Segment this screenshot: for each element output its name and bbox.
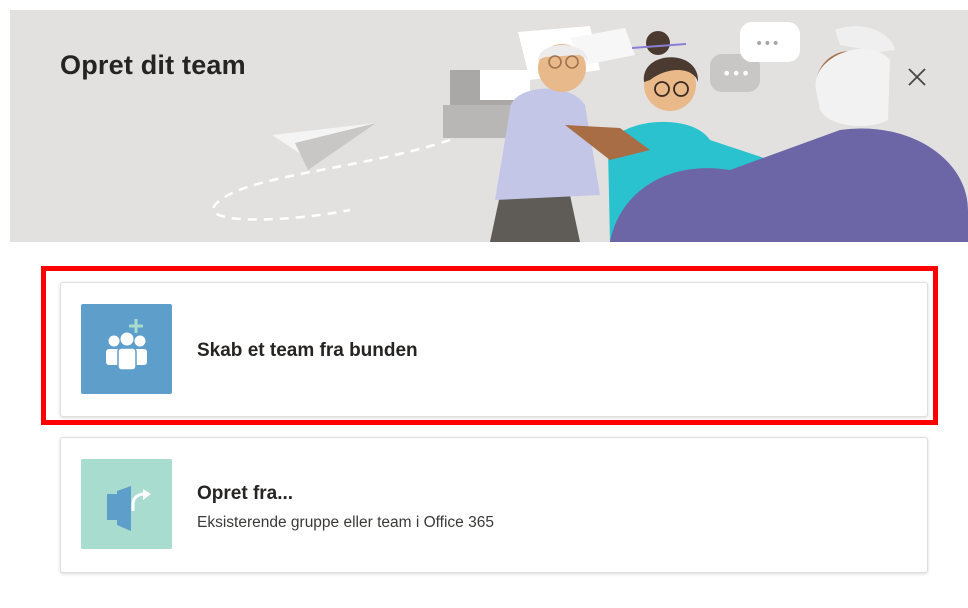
- import-arrow-icon: [107, 486, 151, 531]
- create-from-scratch-tile: [81, 304, 172, 394]
- dialog-header: ••• ••• Opret dit team: [10, 10, 968, 242]
- close-button[interactable]: [905, 65, 929, 89]
- team-illustration: ••• •••: [212, 22, 968, 242]
- svg-text:•••: •••: [755, 36, 780, 52]
- people-plus-icon: [106, 319, 147, 371]
- dialog-title: Opret dit team: [60, 50, 246, 80]
- create-from-existing-description: Eksisterende gruppe eller team i Office …: [197, 514, 494, 531]
- create-from-existing-tile: [81, 459, 172, 549]
- svg-text:•••: •••: [722, 64, 750, 83]
- create-from-existing-option[interactable]: Opret fra... Eksisterende gruppe eller t…: [60, 437, 928, 573]
- create-from-scratch-label: Skab et team fra bunden: [197, 340, 418, 361]
- create-from-existing-label: Opret fra...: [197, 483, 294, 504]
- close-icon: [908, 68, 926, 86]
- create-from-scratch-option[interactable]: Skab et team fra bunden: [60, 282, 928, 417]
